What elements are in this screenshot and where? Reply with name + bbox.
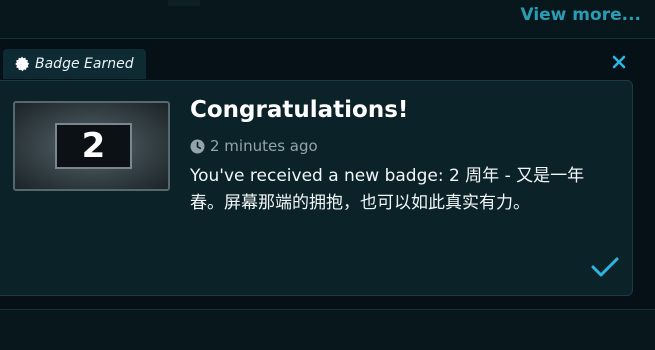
notification-type-label: Badge Earned (35, 56, 134, 72)
badge-image: 2 (13, 101, 170, 191)
badge-number: 2 (55, 123, 132, 169)
timestamp-text: 2 minutes ago (210, 137, 318, 155)
checkmark-icon[interactable] (590, 255, 620, 279)
next-notification-strip (0, 309, 655, 350)
view-more-link[interactable]: View more... (520, 5, 641, 25)
notification-panel: View more... Badge Earned 2 Congratulati… (0, 0, 655, 350)
notification-message: You've received a new badge: 2 周年 - 又是一年… (190, 166, 585, 213)
previous-notification-strip: View more... (0, 0, 655, 39)
strip-tab-stub (168, 0, 200, 6)
notification-timestamp: 2 minutes ago (190, 137, 318, 155)
badge-seal-icon (14, 56, 30, 72)
notification-title: Congratulations! (190, 97, 409, 123)
notification-type-tab: Badge Earned (3, 49, 146, 79)
close-icon[interactable] (611, 54, 627, 70)
badge-notification-card: 2 Congratulations! 2 minutes ago You've … (0, 80, 633, 296)
clock-icon (190, 139, 205, 154)
